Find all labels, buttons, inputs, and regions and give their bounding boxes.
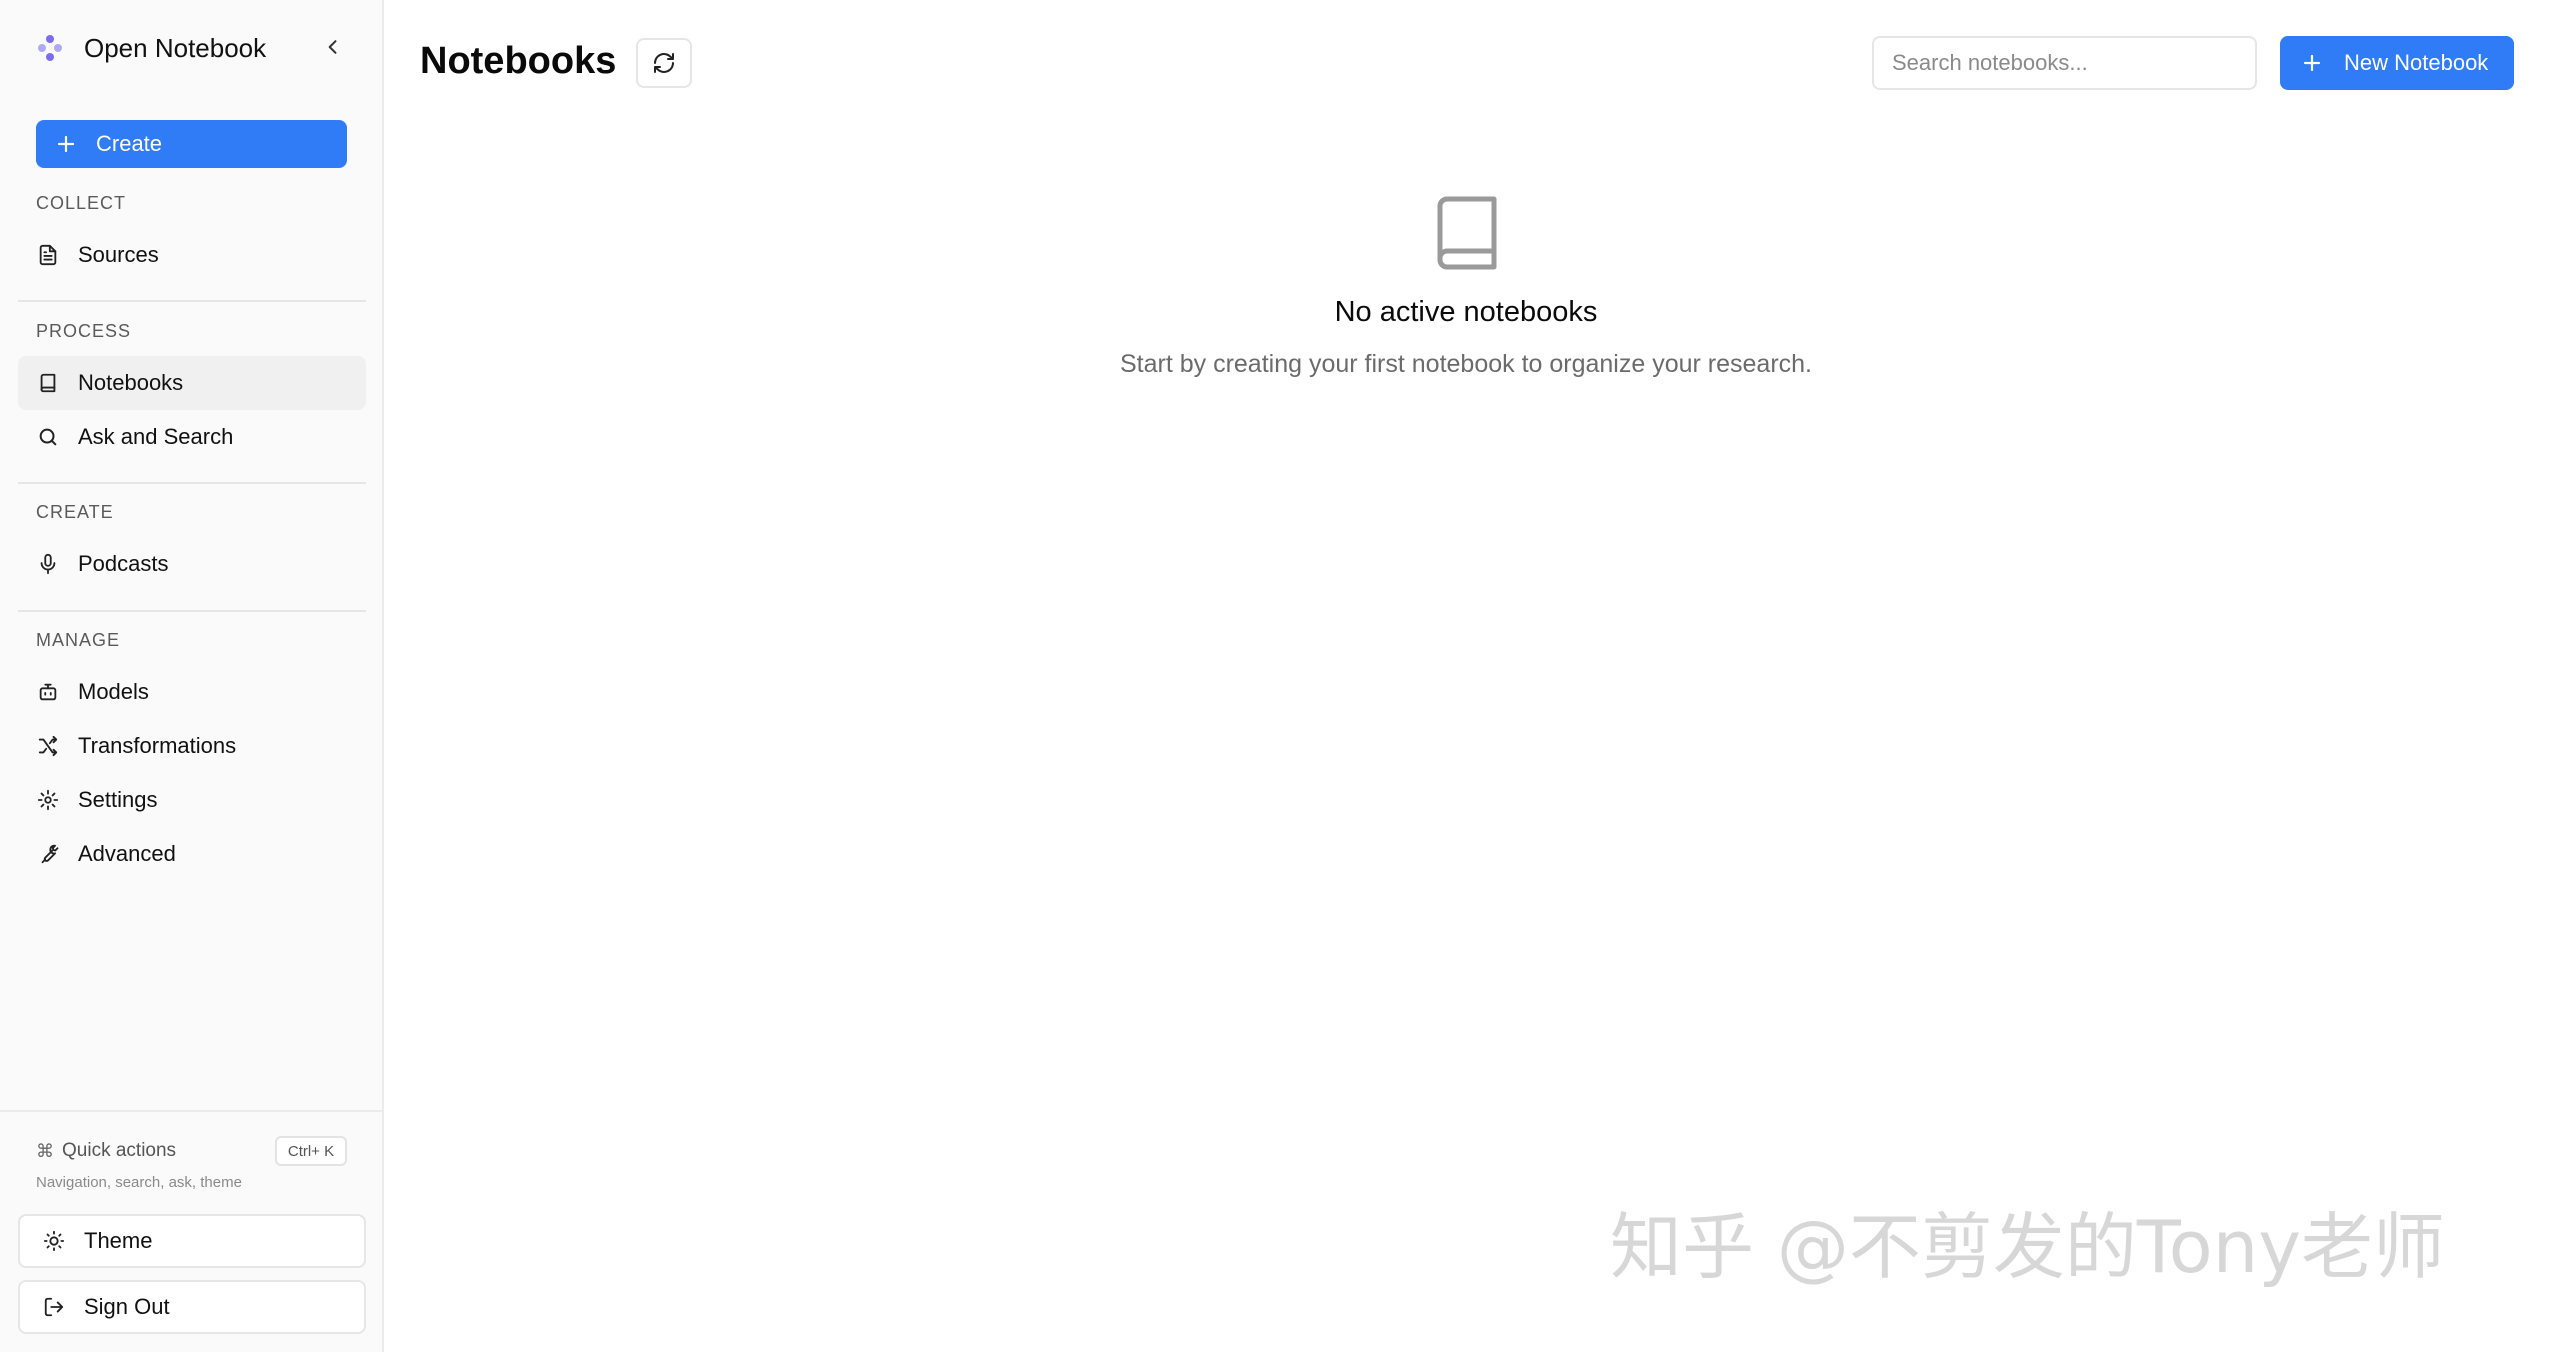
sign-out-button-label: Sign Out <box>84 1294 170 1319</box>
quick-actions-label: Quick actions <box>62 1140 177 1161</box>
sidebar-item-label: Transformations <box>78 733 237 758</box>
plus-icon <box>57 135 75 153</box>
new-notebook-button-label: New Notebook <box>2344 50 2489 75</box>
empty-state-subtitle: Start by creating your first notebook to… <box>1119 350 1813 378</box>
section-label-create: CREATE <box>36 502 114 522</box>
new-notebook-button[interactable]: New Notebook <box>2280 36 2514 90</box>
shuffle-icon <box>36 734 60 758</box>
empty-book-icon <box>1437 196 1497 270</box>
command-icon: ⌘ <box>36 1140 54 1161</box>
quick-actions-shortcut: Ctrl+ K <box>275 1136 347 1166</box>
section-label-collect: COLLECT <box>36 193 127 213</box>
search-icon <box>36 425 60 449</box>
sign-out-button[interactable]: Sign Out <box>18 1280 366 1334</box>
mic-icon <box>36 552 60 576</box>
theme-button-label: Theme <box>84 1228 153 1253</box>
empty-state-title: No active notebooks <box>1334 296 1598 328</box>
sidebar-item-label: Advanced <box>78 841 176 866</box>
sidebar-footer-divider <box>0 1110 384 1112</box>
sidebar-item-label: Ask and Search <box>78 424 234 449</box>
page-title: Notebooks <box>420 40 617 82</box>
sidebar-item-label: Notebooks <box>78 370 184 395</box>
search-input[interactable] <box>1872 36 2257 90</box>
app-root: Open Notebook Create COLLECT Sources PRO… <box>0 0 2549 1352</box>
watermark: 知乎 @不剪发的Tony老师 <box>1610 1205 2445 1289</box>
sidebar-item-label: Settings <box>78 787 158 812</box>
quick-actions-description: Navigation, search, ask, theme <box>36 1174 242 1191</box>
brand-logo-icon <box>38 35 62 61</box>
wrench-icon <box>36 842 60 866</box>
create-button[interactable]: Create <box>36 120 347 168</box>
sidebar-item-sources[interactable]: Sources <box>18 228 366 282</box>
section-label-manage: MANAGE <box>36 630 121 650</box>
create-button-label: Create <box>96 131 163 156</box>
book-icon <box>36 371 60 395</box>
refresh-icon <box>654 53 674 73</box>
sidebar-item-ask-and-search[interactable]: Ask and Search <box>18 410 366 464</box>
divider <box>18 300 366 302</box>
sidebar-item-models[interactable]: Models <box>18 665 366 719</box>
sidebar-item-label: Podcasts <box>78 551 169 576</box>
sun-icon <box>42 1229 66 1253</box>
quick-actions[interactable]: ⌘ Quick actions <box>36 1140 176 1162</box>
sidebar-item-label: Models <box>78 679 149 704</box>
divider <box>18 610 366 612</box>
sidebar-item-label: Sources <box>78 242 159 267</box>
sidebar-item-notebooks[interactable]: Notebooks <box>18 356 366 410</box>
chevron-left-icon <box>328 40 337 54</box>
sidebar-item-transformations[interactable]: Transformations <box>18 719 366 773</box>
theme-button[interactable]: Theme <box>18 1214 366 1268</box>
plus-icon <box>2303 54 2321 72</box>
sidebar-item-advanced[interactable]: Advanced <box>18 827 366 881</box>
bot-icon <box>36 680 60 704</box>
sidebar-item-settings[interactable]: Settings <box>18 773 366 827</box>
brand: Open Notebook <box>34 28 266 68</box>
app-name: Open Notebook <box>84 32 267 63</box>
divider <box>18 482 366 484</box>
collapse-sidebar-button[interactable] <box>316 30 350 64</box>
gear-icon <box>36 788 60 812</box>
sidebar: Open Notebook Create COLLECT Sources PRO… <box>0 0 384 1352</box>
file-text-icon <box>36 243 60 267</box>
log-out-icon <box>42 1295 66 1319</box>
refresh-button[interactable] <box>636 38 692 88</box>
section-label-process: PROCESS <box>36 321 132 341</box>
sidebar-item-podcasts[interactable]: Podcasts <box>18 537 366 591</box>
